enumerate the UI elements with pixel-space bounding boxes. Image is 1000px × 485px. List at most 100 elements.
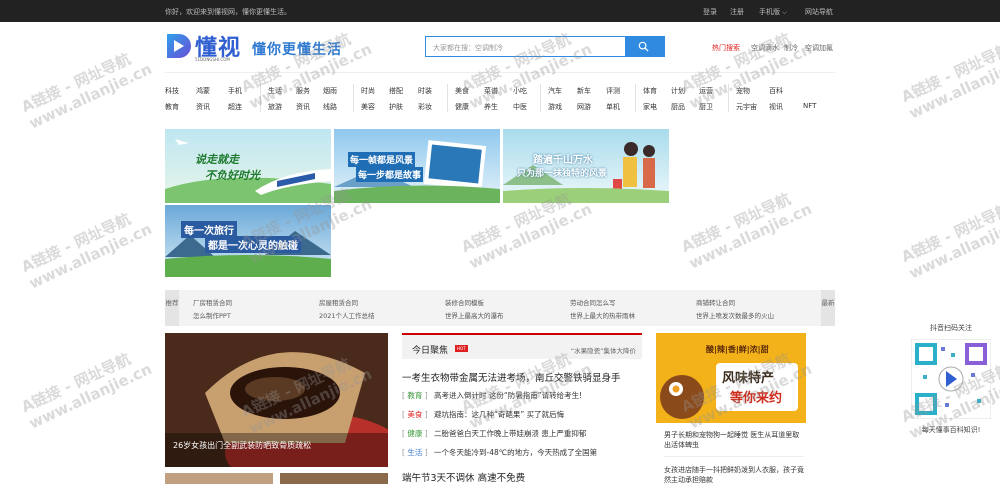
search-button[interactable] <box>625 36 665 57</box>
ad-line1: 风味特产 <box>722 371 775 386</box>
recommend-link[interactable]: 商铺转让合同 <box>696 297 735 307</box>
ad-top-text: 酸|辣|香|鲜|浓|甜 <box>706 345 769 354</box>
nav-category[interactable]: 汽车 <box>548 86 562 96</box>
recommend-link[interactable]: 世界上最高大的瀑布 <box>445 310 504 320</box>
food-ad-banner[interactable]: 酸|辣|香|鲜|浓|甜 风味特产 等你来约 <box>656 333 806 423</box>
right-news-item[interactable]: 女孩进店随手一抖把鲜奶泼到人衣服，孩子竟然主动承担赔款 <box>664 465 804 485</box>
watermark: A链接 - 网址导航 www.allanjie.cn <box>678 189 815 273</box>
divider <box>447 84 448 112</box>
nav-category[interactable]: 元宇宙 <box>736 102 757 112</box>
nav-subcategory[interactable]: 鸿蒙 <box>196 86 210 96</box>
register-link[interactable]: 注册 <box>730 7 744 17</box>
mobile-label: 手机版 <box>759 8 780 16</box>
nav-subcategory[interactable]: 新车 <box>577 86 591 96</box>
banner-journey[interactable]: 每一次旅行 都是一次心灵的触碰 <box>165 205 331 277</box>
nav-subcategory[interactable]: 小吃 <box>513 86 527 96</box>
nav-category[interactable]: 家电 <box>643 102 657 112</box>
nav-category[interactable]: 宠物 <box>736 86 750 96</box>
nav-subcategory[interactable]: NFT <box>803 102 816 110</box>
recommend-link[interactable]: 房屋租赁合同 <box>319 297 358 307</box>
nav-subcategory[interactable]: 烟雨 <box>323 86 337 96</box>
recommend-link[interactable]: 世界上喷发次数最多的火山 <box>696 310 774 320</box>
nav-subcategory[interactable]: 厨品 <box>671 102 685 112</box>
site-nav-link[interactable]: 网站导航 <box>805 7 833 17</box>
nav-subcategory[interactable]: 视讯 <box>769 102 783 112</box>
hot-search-item[interactable]: 空调滴水 <box>751 43 779 53</box>
hot-search-item[interactable]: 制冷 <box>784 43 798 53</box>
focus-news-item[interactable]: [ 美食 ] 避坑指南：这几种“奇葩果” 买了就后悔 <box>402 409 564 420</box>
category-tag[interactable]: [ 健康 ] <box>402 428 434 439</box>
image-slider[interactable]: 26岁女孩出门全副武装防晒致骨质疏松 <box>165 333 388 467</box>
banner-subtitle: 不负好时光 <box>205 169 260 182</box>
qr-title: 抖音扫码关注 <box>930 324 972 332</box>
nav-subcategory[interactable]: 百科 <box>769 86 783 96</box>
nav-subcategory[interactable]: 护肤 <box>389 102 403 112</box>
login-link[interactable]: 登录 <box>703 7 717 17</box>
nav-subcategory[interactable]: 网游 <box>577 102 591 112</box>
nav-subcategory[interactable]: 运营 <box>699 86 713 96</box>
nav-subcategory[interactable]: 养生 <box>484 102 498 112</box>
nav-subcategory[interactable]: 手机 <box>228 86 242 96</box>
focus-right-link[interactable]: “水果隐瓷”集体大降价 <box>571 345 636 355</box>
recommend-link[interactable]: 世界上最大的热带雨林 <box>570 310 635 320</box>
nav-subcategory[interactable]: 单机 <box>606 102 620 112</box>
nav-category[interactable]: 旅游 <box>268 102 282 112</box>
focus-news-item[interactable]: [ 健康 ] 二胎爸爸白天工作晚上带娃崩溃 患上严重抑郁 <box>402 428 586 439</box>
nav-category[interactable]: 美食 <box>455 86 469 96</box>
recommend-link[interactable]: 劳动合同怎么写 <box>570 297 616 307</box>
nav-category[interactable]: 美容 <box>361 102 375 112</box>
qr-code-icon[interactable] <box>910 338 992 420</box>
recommend-link[interactable]: 2021个人工作总结 <box>319 310 375 320</box>
right-news-item[interactable]: 男子长期和宠物狗一起睡觉 医生从耳道里取出活体蜱虫 <box>664 430 804 450</box>
recommend-link[interactable]: 怎么制作PPT <box>193 310 231 320</box>
focus-news-text: 高考进入倒计时 这份“防暑指南”请转给考生! <box>434 391 583 400</box>
recommend-bar: 推荐 最新 厂房租赁合同 房屋租赁合同 装修合同模板 劳动合同怎么写 商铺转让合同 怎么制… <box>165 290 835 326</box>
watermark: A链接 - 网址导航 www.allanjie.cn <box>898 39 1000 123</box>
focus-news-item[interactable]: [ 生活 ] 一个冬天能冷到-48℃的地方，今天热成了全国第 <box>402 447 597 458</box>
banner-travelers[interactable]: 踏遍千山万水 只为那一抹独特的风景 <box>503 129 669 203</box>
nav-category[interactable]: 时尚 <box>361 86 375 96</box>
nav-category[interactable]: 游戏 <box>548 102 562 112</box>
nav-subcategory[interactable]: 搭配 <box>389 86 403 96</box>
thumbnail-image[interactable] <box>280 473 388 484</box>
divider <box>165 72 835 73</box>
nav-subcategory[interactable]: 服务 <box>296 86 310 96</box>
nav-subcategory[interactable]: 中医 <box>513 102 527 112</box>
banner-train[interactable]: 说走就走 不负好时光 <box>165 129 331 203</box>
hot-badge: HOT <box>455 345 468 352</box>
category-tag[interactable]: [ 教育 ] <box>402 390 434 401</box>
nav-category[interactable]: 生活 <box>268 86 282 96</box>
hot-search-item[interactable]: 空调加氟 <box>805 43 833 53</box>
recommend-link[interactable]: 厂房租赁合同 <box>193 297 232 307</box>
banner-scenery[interactable]: 每一帧都是风景 每一步都是故事 <box>334 129 500 203</box>
focus-headline[interactable]: 一考生衣物带金属无法进考场，南丘交警铁骑显身手 <box>402 370 621 384</box>
top-bar: 你好，欢迎来到懂视网，懂你更懂生活。 登录 注册 手机版 ⌵ 网站导航 <box>0 0 1000 22</box>
nav-subcategory[interactable]: 厨卫 <box>699 102 713 112</box>
nav-subcategory[interactable]: 彩妆 <box>418 102 432 112</box>
divider <box>728 84 729 112</box>
nav-subcategory[interactable]: 线路 <box>323 102 337 112</box>
nav-subcategory[interactable]: 计划 <box>671 86 685 96</box>
focus-headline-2[interactable]: 端午节3天不调休 高速不免费 <box>402 470 525 484</box>
nav-subcategory[interactable]: 资讯 <box>296 102 310 112</box>
thumbnail-image[interactable] <box>165 473 273 484</box>
nav-subcategory[interactable]: 超连 <box>228 102 242 112</box>
site-logo[interactable]: 懂视 51DONGSHI.COM 懂你更懂生活 <box>165 30 345 66</box>
focus-news-item[interactable]: [ 教育 ] 高考进入倒计时 这份“防暑指南”请转给考生! <box>402 390 582 401</box>
nav-subcategory[interactable]: 资讯 <box>196 102 210 112</box>
nav-category[interactable]: 体育 <box>643 86 657 96</box>
nav-category[interactable]: 健康 <box>455 102 469 112</box>
nav-subcategory[interactable]: 评测 <box>606 86 620 96</box>
nav-category[interactable]: 教育 <box>165 102 179 112</box>
recommend-link[interactable]: 装修合同模板 <box>445 297 484 307</box>
category-tag[interactable]: [ 生活 ] <box>402 447 434 458</box>
nav-subcategory[interactable]: 时装 <box>418 86 432 96</box>
search-input[interactable]: 大家都在搜：空调制冷 <box>433 43 503 53</box>
banner-subtitle: 都是一次心灵的触碰 <box>205 236 301 253</box>
nav-subcategory[interactable]: 菜谱 <box>484 86 498 96</box>
mobile-link[interactable]: 手机版 ⌵ <box>759 7 787 17</box>
logo-slogan: 懂你更懂生活 <box>252 42 342 58</box>
category-tag[interactable]: [ 美食 ] <box>402 409 434 420</box>
nav-category[interactable]: 科技 <box>165 86 179 96</box>
banner-title: 说走就走 <box>195 153 239 166</box>
